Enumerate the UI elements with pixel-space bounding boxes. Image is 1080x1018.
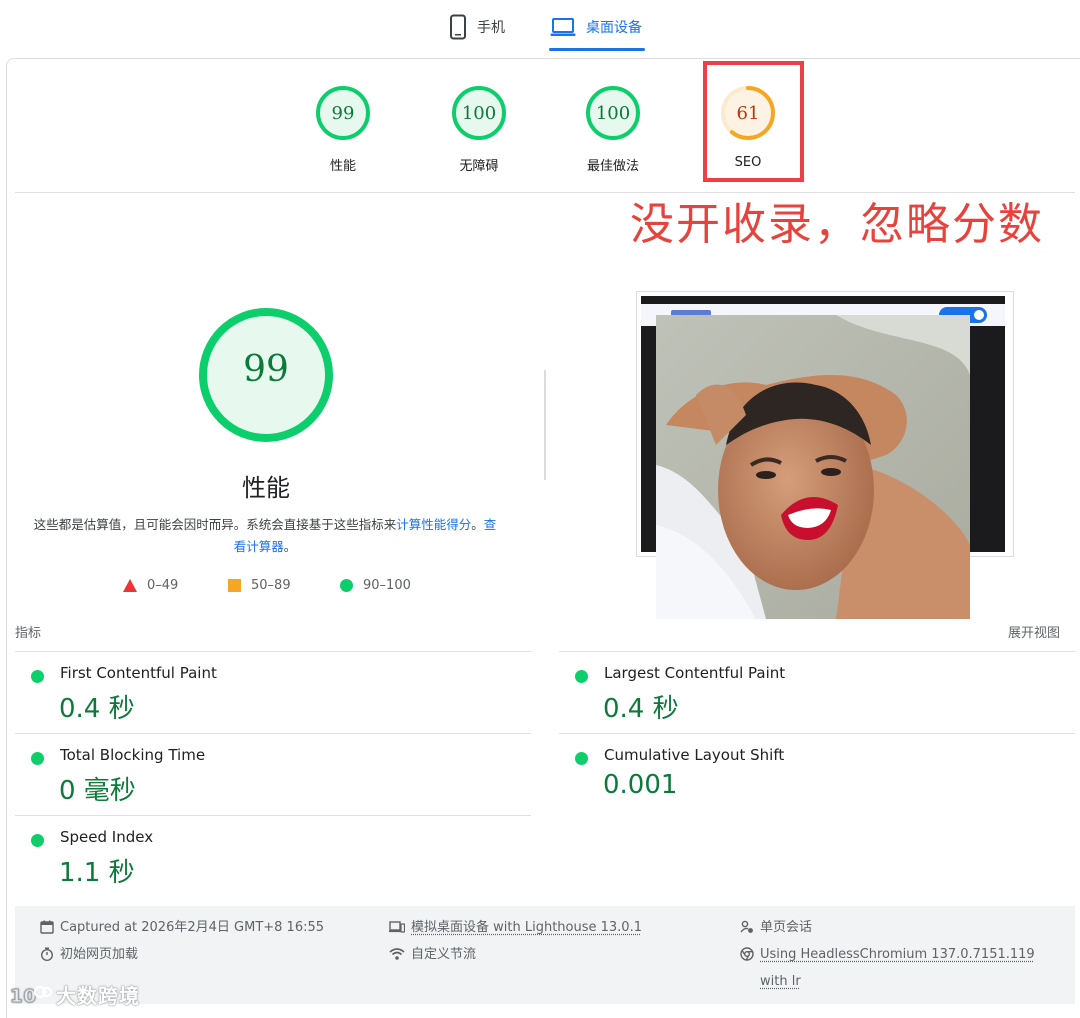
- metric-name: Largest Contentful Paint: [604, 664, 785, 682]
- gauge-best-practices[interactable]: 100 最佳做法: [568, 85, 658, 174]
- divider: [15, 651, 531, 652]
- pass-circle-icon: [575, 752, 588, 765]
- tab-desktop-label: 桌面设备: [586, 17, 642, 37]
- browser-text[interactable]: Using HeadlessChromium 137.0.7151.119 wi…: [760, 941, 1050, 995]
- calendar-icon: [40, 920, 54, 934]
- gauge-performance[interactable]: 99 性能: [298, 85, 388, 174]
- metric-value: 0.4 秒: [603, 688, 679, 725]
- metric-value: 1.1 秒: [59, 852, 135, 889]
- legend-average: 50–89: [228, 578, 291, 593]
- gauge-label: 最佳做法: [568, 155, 658, 174]
- chrome-icon: [740, 947, 754, 961]
- overlay-photo: [656, 315, 970, 619]
- captured-text: Captured at 2026年2月4日 GMT+8 16:55: [60, 914, 324, 941]
- person-icon: [740, 920, 754, 934]
- metric-name: Total Blocking Time: [60, 746, 205, 764]
- active-tab-indicator: [549, 48, 645, 51]
- legend-fail: 0–49: [123, 578, 178, 593]
- wifi-icon: [389, 947, 405, 961]
- gauge-score: 100: [434, 103, 524, 124]
- footer-emulated: 模拟桌面设备 with Lighthouse 13.0.1: [389, 914, 642, 941]
- metrics-heading: 指标: [15, 622, 41, 641]
- description-sep: 。: [471, 517, 484, 532]
- pass-circle-icon: [31, 752, 44, 765]
- laptop-icon: [550, 17, 576, 37]
- performance-description: 这些都是估算值，且可能会因时而异。系统会直接基于这些指标来计算性能得分。查看计算…: [30, 514, 500, 558]
- svg-text:10: 10: [10, 986, 37, 1006]
- divider: [559, 651, 1075, 652]
- timer-icon: [40, 947, 54, 961]
- metric-name: First Contentful Paint: [60, 664, 217, 682]
- performance-title: 性能: [196, 468, 336, 503]
- footer-throttling: 自定义节流: [389, 941, 476, 968]
- footer-initial-load: 初始网页加载: [40, 941, 138, 968]
- metric-value: 0.4 秒: [59, 688, 135, 725]
- pass-circle-icon: [31, 834, 44, 847]
- triangle-icon: [123, 579, 137, 592]
- pass-circle-icon: [31, 670, 44, 683]
- session-text: 单页会话: [760, 914, 812, 941]
- annotation-text: 没开收录，忽略分数: [630, 188, 1044, 252]
- devices-icon: [389, 920, 405, 934]
- tab-mobile[interactable]: 手机: [449, 12, 505, 42]
- tab-mobile-label: 手机: [477, 17, 505, 37]
- divider: [15, 815, 531, 816]
- expand-view-toggle[interactable]: 展开视图: [1008, 622, 1060, 641]
- divider: [559, 733, 1075, 734]
- throttling-text: 自定义节流: [411, 941, 476, 968]
- gauge-label: 性能: [298, 155, 388, 174]
- initial-load-text: 初始网页加载: [60, 941, 138, 968]
- metric-name: Speed Index: [60, 828, 153, 846]
- divider: [15, 733, 531, 734]
- vertical-divider: [544, 370, 546, 480]
- calc-score-link[interactable]: 计算性能得分: [396, 517, 471, 532]
- performance-score: 99: [196, 349, 336, 390]
- metric-value: 0.001: [603, 770, 677, 800]
- annotation-highlight-box: [703, 61, 804, 182]
- gauge-score: 100: [568, 103, 658, 124]
- gauge-score: 99: [298, 103, 388, 124]
- tab-desktop[interactable]: 桌面设备: [550, 12, 642, 42]
- watermark-logo-icon: 10: [10, 984, 52, 1006]
- performance-gauge-large: 99: [196, 305, 336, 445]
- footer-captured: Captured at 2026年2月4日 GMT+8 16:55: [40, 914, 324, 941]
- footer-session: 单页会话: [740, 914, 812, 941]
- legend-pass: 90–100: [340, 578, 411, 593]
- watermark: 10 大数跨境: [10, 980, 140, 1009]
- gauge-label: 无障碍: [434, 155, 524, 174]
- gauge-accessibility[interactable]: 100 无障碍: [434, 85, 524, 174]
- legend-pass-label: 90–100: [363, 578, 411, 593]
- emulated-text[interactable]: 模拟桌面设备 with Lighthouse 13.0.1: [411, 914, 642, 941]
- watermark-text: 大数跨境: [56, 980, 140, 1009]
- square-icon: [228, 579, 241, 592]
- photo-image: [656, 315, 970, 619]
- legend-average-label: 50–89: [251, 578, 291, 593]
- metric-value: 0 毫秒: [59, 770, 136, 807]
- metric-name: Cumulative Layout Shift: [604, 746, 784, 764]
- pass-circle-icon: [575, 670, 588, 683]
- phone-icon: [449, 14, 467, 40]
- description-end: 。: [284, 539, 297, 554]
- footer-browser: Using HeadlessChromium 137.0.7151.119 wi…: [740, 941, 1050, 995]
- circle-icon: [340, 579, 353, 592]
- description-text: 这些都是估算值，且可能会因时而异。系统会直接基于这些指标来: [34, 517, 397, 532]
- legend-fail-label: 0–49: [147, 578, 178, 593]
